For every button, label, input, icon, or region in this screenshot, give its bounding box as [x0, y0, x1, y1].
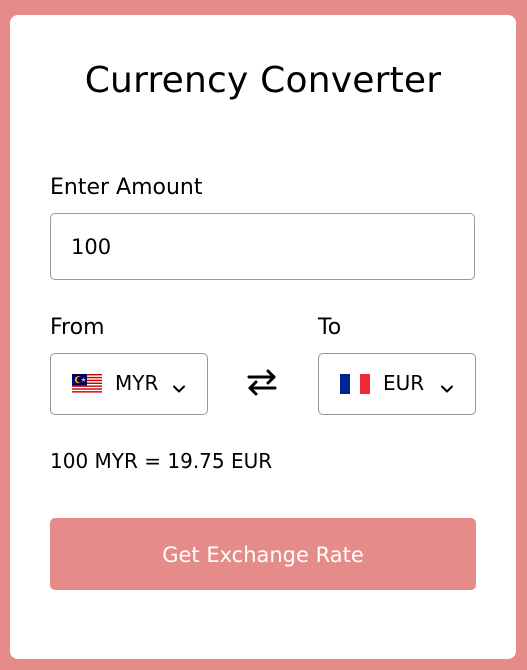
- chevron-down-icon: [440, 379, 454, 393]
- malaysia-flag-icon: [72, 374, 102, 394]
- to-label: To: [318, 315, 342, 340]
- to-currency-code: EUR: [383, 371, 425, 395]
- page-title: Currency Converter: [84, 60, 442, 101]
- to-currency-select[interactable]: EUR: [318, 353, 476, 415]
- exchange-result-text: 100 MYR = 19.75 EUR: [50, 449, 273, 473]
- france-flag-icon: [340, 374, 370, 394]
- from-currency-select[interactable]: MYR: [50, 353, 208, 415]
- swap-arrows-icon[interactable]: [246, 367, 278, 397]
- amount-label: Enter Amount: [50, 175, 203, 200]
- amount-input[interactable]: [50, 213, 475, 280]
- converter-card: Currency Converter Enter Amount From To …: [10, 15, 516, 659]
- get-exchange-rate-button[interactable]: Get Exchange Rate: [50, 518, 476, 590]
- chevron-down-icon: [172, 379, 186, 393]
- from-label: From: [50, 315, 105, 340]
- from-currency-code: MYR: [115, 371, 159, 395]
